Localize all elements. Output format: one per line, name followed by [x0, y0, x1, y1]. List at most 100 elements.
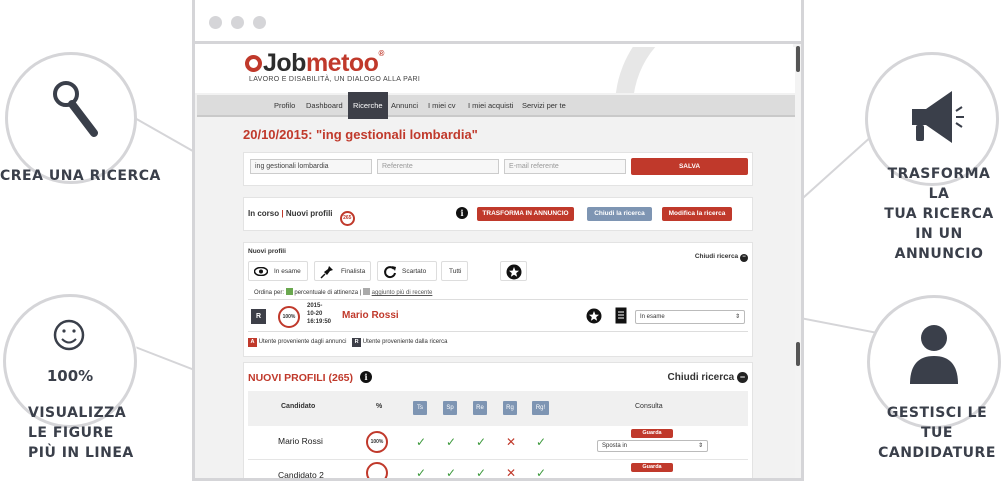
status-card: In corso | Nuovi profili 265 i TRASFORMA…	[243, 197, 753, 231]
scroll-thumb[interactable]	[796, 342, 800, 366]
source-legend: A Utente proveniente dagli annunci R Ute…	[248, 338, 447, 347]
search-callout-circle	[5, 52, 137, 184]
table-header-row: Candidato % Ts Sp Re Rg Rg! Consulta	[248, 391, 748, 426]
minus-circle-icon: −	[740, 254, 748, 262]
tab-finalista[interactable]: Finalista	[314, 261, 371, 281]
info-icon[interactable]: i	[360, 371, 372, 383]
green-square-icon	[285, 288, 293, 295]
check-icon: ✓	[446, 435, 457, 449]
main-nav: Profilo Dashboard Ricerche Annunci I mie…	[197, 92, 795, 119]
tab-tutti[interactable]: Tutti	[441, 261, 468, 281]
nav-annunci[interactable]: Annunci	[391, 101, 418, 110]
window-dot	[253, 16, 266, 29]
close-search-link[interactable]: Chiudi ricerca −	[668, 372, 748, 383]
chevron-updown-icon: ⇕	[734, 314, 740, 320]
order-recent[interactable]: aggiunto più di recente	[372, 290, 433, 296]
col-consulta: Consulta	[635, 403, 663, 410]
chevron-updown-icon: ⇕	[697, 443, 703, 449]
pushpin-icon	[320, 266, 333, 279]
view-button[interactable]: Guarda	[631, 463, 673, 472]
check-icon: ✓	[446, 466, 457, 478]
browser-titlebar	[195, 0, 801, 44]
callout-create-search: CREA UNA RICERCA	[0, 168, 161, 184]
row-name: Mario Rossi	[278, 436, 323, 446]
check-icon: ✓	[476, 435, 487, 449]
info-icon[interactable]: i	[456, 207, 468, 219]
callout-transform: TRASFORMA LA TUA RICERCA IN UN ANNUNCIO	[884, 166, 994, 262]
nav-ricerche[interactable]: Ricerche	[348, 92, 388, 119]
jobmetoo-logo[interactable]: Jobmetoo®	[245, 49, 384, 78]
table-row[interactable]: Candidato 2 ✓ ✓ ✓ ✕ ✓ Guarda	[248, 460, 748, 478]
view-button[interactable]: Guarda	[631, 429, 673, 438]
profiles-panel: Nuovi profili Chiudi ricerca − In esame …	[243, 242, 753, 357]
order-by: Ordina per: percentuale di attinenza | a…	[254, 288, 433, 296]
count-badge: 265	[339, 211, 355, 226]
col-percent: %	[376, 403, 383, 410]
col-ts[interactable]: Ts	[413, 401, 427, 415]
table-row[interactable]: Mario Rossi 100% ✓ ✓ ✓ ✕ ✓ Guarda Sposta…	[248, 426, 748, 460]
row-date: 2015- 10-20 16:19:50	[307, 303, 332, 325]
percent-label: 100%	[46, 367, 94, 385]
email-referente-input[interactable]: E-mail referente	[504, 159, 626, 174]
refresh-icon	[384, 266, 396, 279]
header-decoration	[615, 47, 795, 93]
profile-row[interactable]: R 100% 2015- 10-20 16:19:50 Mario Rossi …	[248, 299, 748, 332]
eye-icon	[254, 267, 268, 276]
document-icon[interactable]	[615, 307, 627, 324]
col-re[interactable]: Re	[473, 401, 487, 415]
transform-button[interactable]: TRASFORMA IN ANNUNCIO	[477, 207, 574, 221]
referente-input[interactable]: Referente	[377, 159, 499, 174]
edit-search-button[interactable]: Modifica la ricerca	[662, 207, 732, 221]
move-select[interactable]: Sposta in ⇕	[597, 440, 708, 452]
source-badge-r: R	[251, 309, 266, 324]
window-dot	[231, 16, 244, 29]
query-input[interactable]: ing gestionali lombardia	[250, 159, 372, 174]
cross-icon: ✕	[506, 466, 517, 478]
nav-miei-acquisti[interactable]: I miei acquisti	[468, 101, 513, 110]
col-rg-excl[interactable]: Rg!	[532, 401, 549, 415]
page-content: Jobmetoo® LAVORO E DISABILITÀ, UN DIALOG…	[195, 47, 795, 478]
scroll-thumb-top[interactable]	[796, 46, 800, 72]
search-form-card: ing gestionali lombardia Referente E-mai…	[243, 152, 753, 186]
check-icon: ✓	[476, 466, 487, 478]
source-badge-a: A	[248, 338, 257, 347]
close-search-link[interactable]: Chiudi ricerca −	[695, 253, 748, 262]
site-header: Jobmetoo® LAVORO E DISABILITÀ, UN DIALOG…	[195, 47, 795, 93]
tab-scartato[interactable]: Scartato	[377, 261, 437, 281]
minus-circle-icon: −	[737, 372, 748, 383]
row-percent: 100%	[366, 431, 388, 453]
callout-view-figures: VISUALIZZA LE FIGURE PIÙ IN LINEA	[28, 405, 134, 461]
order-relevance[interactable]: percentuale di attinenza	[294, 290, 358, 296]
col-candidato: Candidato	[281, 403, 316, 410]
save-button[interactable]: SALVA	[631, 158, 748, 175]
col-sp[interactable]: Sp	[443, 401, 457, 415]
check-icon: ✓	[416, 435, 427, 449]
nav-dashboard[interactable]: Dashboard	[306, 101, 343, 110]
nav-profilo[interactable]: Profilo	[274, 101, 295, 110]
browser-window: Jobmetoo® LAVORO E DISABILITÀ, UN DIALOG…	[192, 0, 804, 481]
source-badge-r-legend: R	[352, 338, 362, 347]
magnifier-icon	[53, 81, 98, 137]
nav-servizi[interactable]: Servizi per te	[522, 101, 566, 110]
col-rg[interactable]: Rg	[503, 401, 517, 415]
grey-square-icon	[362, 288, 370, 295]
check-icon: ✓	[536, 466, 547, 478]
row-name: Candidato 2	[278, 470, 324, 478]
candidate-name[interactable]: Mario Rossi	[342, 310, 399, 321]
status-label: In corso | Nuovi profili 265	[248, 209, 355, 226]
check-icon: ✓	[416, 466, 427, 478]
callout-manage: GESTISCI LE TUE CANDIDATURE	[878, 405, 996, 461]
cross-icon: ✕	[506, 435, 517, 449]
profiles-heading: Nuovi profili	[248, 248, 286, 255]
star-circle-icon[interactable]	[586, 308, 602, 324]
nav-miei-cv[interactable]: I miei cv	[428, 101, 456, 110]
tab-favorites[interactable]	[500, 261, 527, 281]
tab-in-esame[interactable]: In esame	[248, 261, 308, 281]
window-dot	[209, 16, 222, 29]
check-icon: ✓	[536, 435, 547, 449]
tagline: LAVORO E DISABILITÀ, UN DIALOGO ALLA PAR…	[249, 76, 421, 83]
match-percent: 100%	[278, 306, 300, 328]
status-select[interactable]: In esame ⇕	[635, 310, 745, 324]
close-search-button[interactable]: Chiudi la ricerca	[587, 207, 652, 221]
row-percent	[366, 462, 388, 478]
